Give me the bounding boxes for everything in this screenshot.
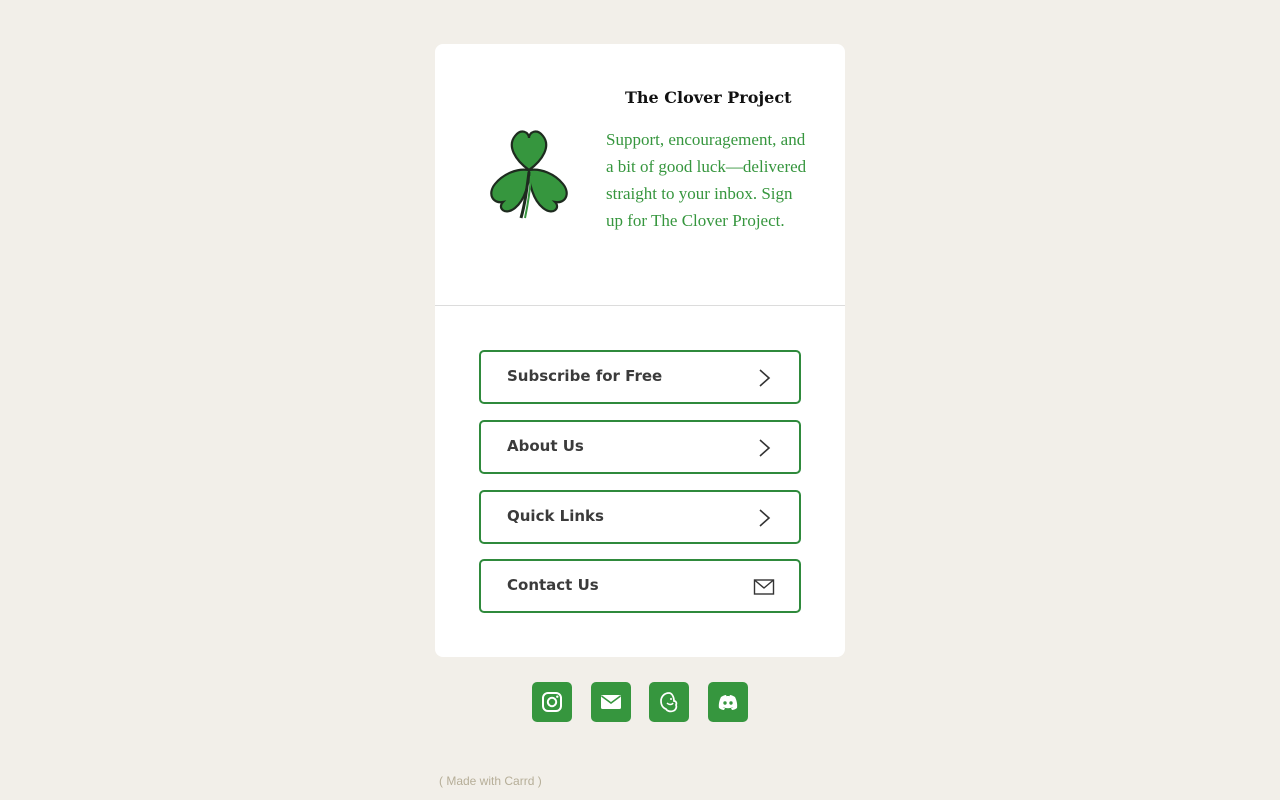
profile-card: The Clover Project Support, encouragemen… [435,44,845,657]
instagram-button[interactable] [532,682,572,722]
chevron-right-icon [759,439,771,457]
divider [435,305,845,306]
quick-links-button-label: Quick Links [507,507,604,525]
discord-icon [718,695,738,710]
about-us-button-label: About Us [507,437,584,455]
made-with-carrd-link[interactable]: ( Made with Carrd ) [439,774,542,788]
mailchimp-icon [660,692,678,713]
envelope-icon [753,579,775,595]
chevron-right-icon [759,369,771,387]
contact-us-button[interactable]: Contact Us [479,559,801,613]
page-description: Support, encouragement, and a bit of goo… [606,130,807,230]
contact-us-button-label: Contact Us [507,576,599,594]
page-title: The Clover Project [625,88,792,107]
instagram-icon [542,692,562,712]
chevron-right-icon [759,509,771,527]
subscribe-button[interactable]: Subscribe for Free [479,350,801,404]
mailchimp-button[interactable] [649,682,689,722]
clover-logo [490,130,568,219]
social-links [532,682,748,723]
email-button[interactable] [591,682,631,722]
discord-button[interactable] [708,682,748,722]
subscribe-button-label: Subscribe for Free [507,367,663,385]
quick-links-button[interactable]: Quick Links [479,490,801,544]
about-us-button[interactable]: About Us [479,420,801,474]
email-icon [601,695,621,709]
